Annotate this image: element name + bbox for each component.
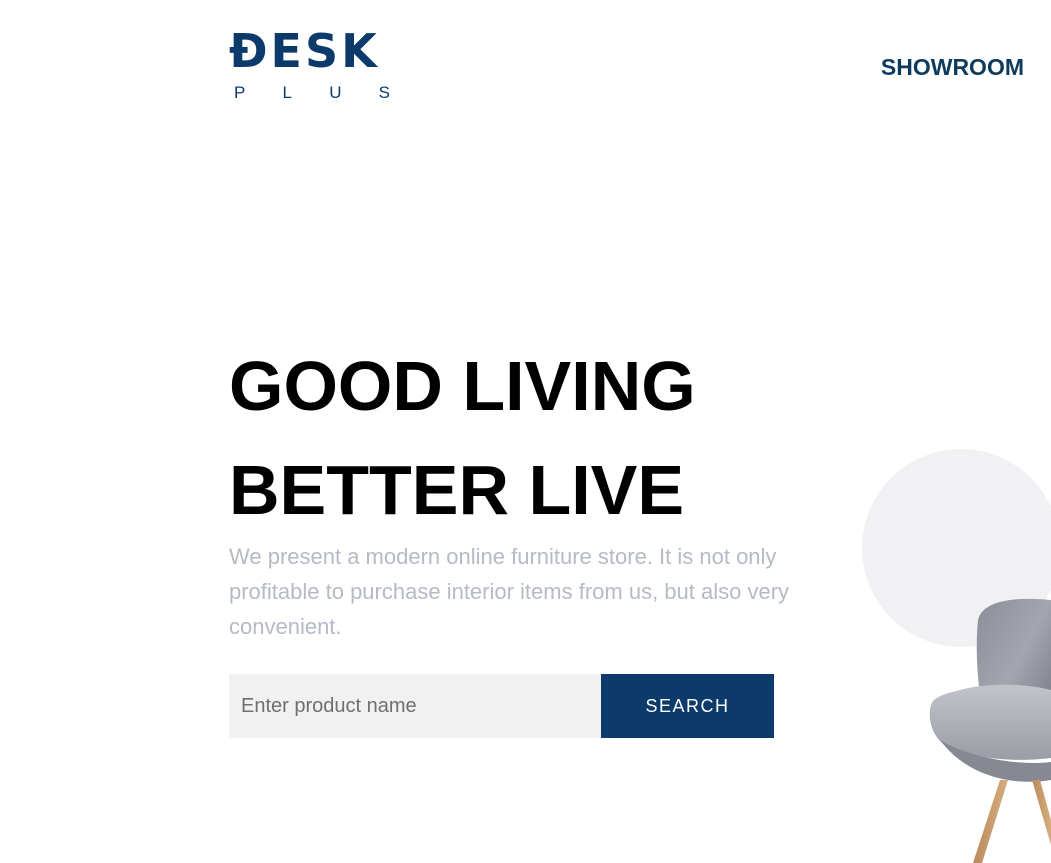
hero-title-line2: BETTER LIVE [229,451,685,529]
search-input[interactable] [229,674,601,738]
search-button[interactable]: SEARCH [601,674,774,738]
landing-page: ĐESK P L U S SHOWROOM GOOD LIVING BETTER… [0,0,1051,863]
logo-sub-letter: P [234,83,246,102]
logo-subtitle: P L U S [229,84,390,101]
search-form: SEARCH [229,674,774,738]
hero-title: GOOD LIVING BETTER LIVE [229,334,696,542]
hero-title-line1: GOOD LIVING [229,347,696,425]
nav-link-showroom[interactable]: SHOWROOM [881,54,1024,81]
armchair-image [929,598,1051,863]
hero-description: We present a modern online furniture sto… [229,544,790,639]
logo-wordmark: ĐESK [229,24,380,78]
logo-sub-letter: L [282,83,292,102]
logo[interactable]: ĐESK P L U S [229,28,393,101]
logo-sub-letter: U [329,83,342,102]
logo-sub-letter: S [378,83,390,102]
